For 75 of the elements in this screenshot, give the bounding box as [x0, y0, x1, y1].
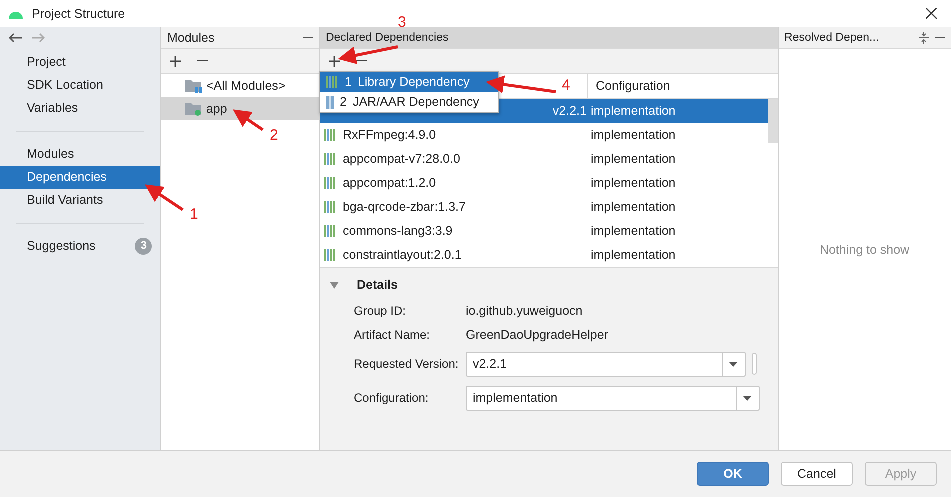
caret-icon [729, 362, 738, 366]
dependency-name: bga-qrcode-zbar:1.3.7 [342, 200, 466, 214]
field-label: Artifact Name: [354, 328, 432, 342]
collapse-all-icon[interactable] [918, 32, 929, 44]
menu-item[interactable]: 2 JAR/AAR Dependency [320, 92, 498, 112]
dialog-button[interactable]: Cancel [781, 462, 853, 486]
panel-title: Declared Dependencies [326, 32, 450, 44]
nav-item[interactable]: Modules [0, 143, 160, 166]
annotation-number: 3 [398, 14, 406, 31]
library-icon [324, 129, 337, 141]
annotation-arrow [145, 184, 184, 212]
empty-message: Nothing to show [820, 242, 910, 256]
nav-item[interactable]: Variables [0, 97, 160, 120]
column-header: Configuration [586, 74, 778, 98]
annotation-arrow [233, 110, 264, 132]
library-icon [326, 76, 339, 88]
annotation-number: 1 [190, 206, 198, 223]
field-value: GreenDaoUpgradeHelper [466, 328, 610, 342]
module-label: app [206, 102, 228, 116]
minimize-icon[interactable] [302, 36, 313, 38]
field-handle-icon [752, 353, 757, 375]
configuration-cell-text: implementation [590, 128, 677, 142]
configuration-cell-text: implementation [590, 152, 677, 166]
scrollbar-thumb[interactable] [768, 99, 778, 143]
library-icon [324, 249, 337, 261]
window-title: Project Structure [32, 6, 126, 20]
field-label: Requested Version: [354, 357, 460, 371]
nav-item[interactable]: Suggestions [27, 235, 96, 258]
minimize-icon[interactable] [934, 36, 945, 38]
annotation-arrow [338, 46, 398, 64]
folder-icon [185, 78, 202, 92]
dropdown-field[interactable]: implementation [466, 386, 760, 410]
panel-title: Resolved Depen... [784, 32, 880, 44]
configuration-cell-text: implementation [590, 248, 677, 262]
back-arrow-icon[interactable] [8, 33, 22, 43]
field-label: Group ID: [354, 304, 408, 318]
dependency-name: RxFFmpeg:4.9.0 [342, 128, 436, 142]
dropdown-field[interactable]: v2.2.1 [466, 352, 746, 376]
dependency-name: appcompat-v7:28.0.0 [342, 152, 460, 166]
panel-title: Modules [167, 30, 216, 44]
nav-item[interactable]: Project [0, 51, 160, 74]
add-icon[interactable] [328, 56, 340, 66]
field-label: Configuration: [354, 391, 430, 405]
close-icon[interactable] [926, 8, 937, 19]
dependency-name: commons-lang3:3.9 [342, 224, 453, 238]
add-icon[interactable] [170, 56, 182, 66]
dependency-name: appcompat:1.2.0 [342, 176, 436, 190]
archive-icon [326, 96, 334, 108]
annotation-number: 4 [562, 77, 570, 94]
annotation-number: 2 [270, 127, 278, 144]
library-icon [324, 153, 337, 165]
module-item[interactable]: app [161, 97, 319, 120]
library-icon [324, 225, 337, 237]
configuration-cell-text: implementation [590, 176, 677, 190]
dialog-button[interactable]: OK [697, 462, 769, 486]
configuration-cell-text: implementation [590, 200, 677, 214]
library-icon [324, 177, 337, 189]
nav-item[interactable]: Build Variants [0, 189, 160, 212]
menu-item[interactable]: 1 Library Dependency [320, 72, 498, 92]
field-value: io.github.yuweiguocn [466, 304, 584, 318]
nav-item[interactable]: Dependencies [0, 166, 160, 189]
configuration-cell-text: implementation [590, 104, 677, 118]
module-label: <All Modules> [206, 78, 286, 92]
annotation-arrow [486, 76, 556, 94]
caret-icon [743, 396, 752, 400]
nav-item[interactable]: SDK Location [0, 74, 160, 97]
module-item[interactable]: <All Modules> [161, 74, 319, 97]
dependency-name: v2.2.1 [552, 104, 587, 118]
collapse-triangle-icon[interactable] [330, 282, 339, 288]
section-title: Details [356, 278, 398, 292]
folder-icon [185, 102, 202, 116]
dependency-name: constraintlayout:2.0.1 [342, 248, 462, 262]
count-badge: 3 [135, 238, 152, 255]
library-icon [324, 201, 337, 213]
configuration-cell-text: implementation [590, 224, 677, 238]
